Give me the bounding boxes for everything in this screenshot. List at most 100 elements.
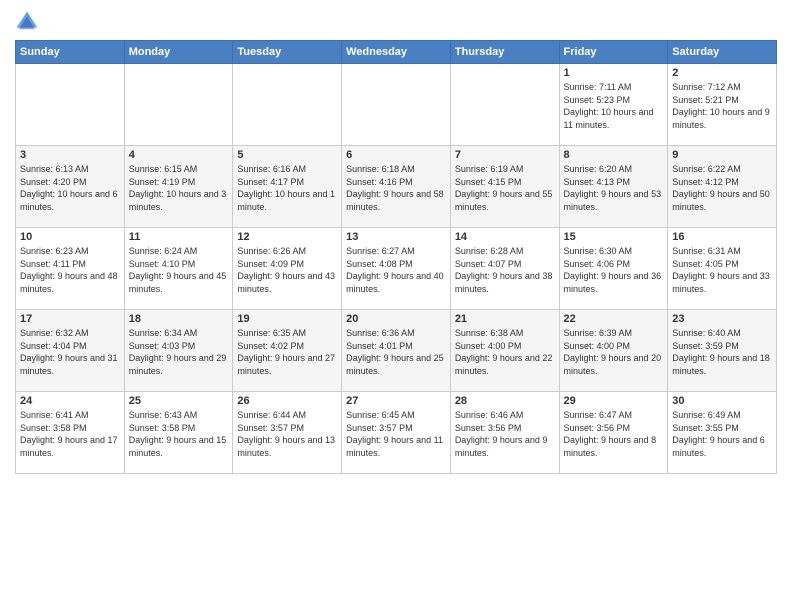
- calendar-cell: 21 Sunrise: 6:38 AM Sunset: 4:00 PM Dayli…: [450, 310, 559, 392]
- day-number: 8: [564, 149, 664, 161]
- day-number: 13: [346, 231, 446, 243]
- cell-info: Sunrise: 6:31 AM Sunset: 4:05 PM Dayligh…: [672, 245, 772, 295]
- calendar-cell: [233, 64, 342, 146]
- calendar-cell: 24 Sunrise: 6:41 AM Sunset: 3:58 PM Dayli…: [16, 392, 125, 474]
- weekday-header-friday: Friday: [559, 41, 668, 64]
- cell-info: Sunrise: 6:45 AM Sunset: 3:57 PM Dayligh…: [346, 409, 446, 459]
- cell-info: Sunrise: 6:30 AM Sunset: 4:06 PM Dayligh…: [564, 245, 664, 295]
- logo-icon: [15, 10, 39, 34]
- cell-info: Sunrise: 6:49 AM Sunset: 3:55 PM Dayligh…: [672, 409, 772, 459]
- cell-info: Sunrise: 6:43 AM Sunset: 3:58 PM Dayligh…: [129, 409, 229, 459]
- day-number: 18: [129, 313, 229, 325]
- day-number: 12: [237, 231, 337, 243]
- day-number: 23: [672, 313, 772, 325]
- header: [15, 10, 777, 34]
- calendar-cell: 28Sunrise: 6:46 AM Sunset: 3:56 PM Dayli…: [450, 392, 559, 474]
- cell-info: Sunrise: 6:40 AM Sunset: 3:59 PM Dayligh…: [672, 327, 772, 377]
- cell-info: Sunrise: 6:16 AM Sunset: 4:17 PM Dayligh…: [237, 163, 337, 213]
- cell-info: Sunrise: 6:38 AM Sunset: 4:00 PM Dayligh…: [455, 327, 555, 377]
- calendar-cell: 11Sunrise: 6:24 AM Sunset: 4:10 PM Dayli…: [124, 228, 233, 310]
- calendar-cell: 17 Sunrise: 6:32 AM Sunset: 4:04 PM Dayli…: [16, 310, 125, 392]
- calendar-cell: 16 Sunrise: 6:31 AM Sunset: 4:05 PM Dayli…: [668, 228, 777, 310]
- calendar-cell: 19 Sunrise: 6:35 AM Sunset: 4:02 PM Dayli…: [233, 310, 342, 392]
- cell-info: Sunrise: 6:36 AM Sunset: 4:01 PM Dayligh…: [346, 327, 446, 377]
- cell-info: Sunrise: 6:47 AM Sunset: 3:56 PM Dayligh…: [564, 409, 664, 459]
- cell-info: Sunrise: 6:15 AM Sunset: 4:19 PM Dayligh…: [129, 163, 229, 213]
- calendar-cell: [124, 64, 233, 146]
- calendar-cell: 22Sunrise: 6:39 AM Sunset: 4:00 PM Dayli…: [559, 310, 668, 392]
- cell-info: Sunrise: 6:20 AM Sunset: 4:13 PM Dayligh…: [564, 163, 664, 213]
- weekday-header-saturday: Saturday: [668, 41, 777, 64]
- day-number: 30: [672, 395, 772, 407]
- day-number: 20: [346, 313, 446, 325]
- day-number: 7: [455, 149, 555, 161]
- week-row-3: 10 Sunrise: 6:23 AM Sunset: 4:11 PM Dayli…: [16, 228, 777, 310]
- day-number: 17: [20, 313, 120, 325]
- cell-info: Sunrise: 6:24 AM Sunset: 4:10 PM Dayligh…: [129, 245, 229, 295]
- day-number: 26: [237, 395, 337, 407]
- cell-info: Sunrise: 6:32 AM Sunset: 4:04 PM Dayligh…: [20, 327, 120, 377]
- day-number: 19: [237, 313, 337, 325]
- cell-info: Sunrise: 6:19 AM Sunset: 4:15 PM Dayligh…: [455, 163, 555, 213]
- day-number: 21: [455, 313, 555, 325]
- week-row-4: 17 Sunrise: 6:32 AM Sunset: 4:04 PM Dayli…: [16, 310, 777, 392]
- calendar-cell: 9 Sunrise: 6:22 AM Sunset: 4:12 PM Daylig…: [668, 146, 777, 228]
- calendar-cell: 2 Sunrise: 7:12 AM Sunset: 5:21 PM Daylig…: [668, 64, 777, 146]
- calendar-cell: 12 Sunrise: 6:26 AM Sunset: 4:09 PM Dayli…: [233, 228, 342, 310]
- calendar-cell: 27 Sunrise: 6:45 AM Sunset: 3:57 PM Dayli…: [342, 392, 451, 474]
- week-row-1: 1 Sunrise: 7:11 AM Sunset: 5:23 PM Daylig…: [16, 64, 777, 146]
- calendar-cell: 1 Sunrise: 7:11 AM Sunset: 5:23 PM Daylig…: [559, 64, 668, 146]
- cell-info: Sunrise: 6:35 AM Sunset: 4:02 PM Dayligh…: [237, 327, 337, 377]
- day-number: 15: [564, 231, 664, 243]
- day-number: 4: [129, 149, 229, 161]
- day-number: 29: [564, 395, 664, 407]
- calendar-cell: 18 Sunrise: 6:34 AM Sunset: 4:03 PM Dayli…: [124, 310, 233, 392]
- cell-info: Sunrise: 6:18 AM Sunset: 4:16 PM Dayligh…: [346, 163, 446, 213]
- day-number: 14: [455, 231, 555, 243]
- day-number: 16: [672, 231, 772, 243]
- week-row-2: 3 Sunrise: 6:13 AM Sunset: 4:20 PM Daylig…: [16, 146, 777, 228]
- day-number: 24: [20, 395, 120, 407]
- weekday-header-row: SundayMondayTuesdayWednesdayThursdayFrid…: [16, 41, 777, 64]
- page-container: SundayMondayTuesdayWednesdayThursdayFrid…: [0, 0, 792, 484]
- calendar-cell: 23 Sunrise: 6:40 AM Sunset: 3:59 PM Dayli…: [668, 310, 777, 392]
- calendar-cell: 14Sunrise: 6:28 AM Sunset: 4:07 PM Dayli…: [450, 228, 559, 310]
- weekday-header-tuesday: Tuesday: [233, 41, 342, 64]
- calendar-cell: 8 Sunrise: 6:20 AM Sunset: 4:13 PM Daylig…: [559, 146, 668, 228]
- cell-info: Sunrise: 6:46 AM Sunset: 3:56 PM Dayligh…: [455, 409, 555, 459]
- day-number: 9: [672, 149, 772, 161]
- cell-info: Sunrise: 6:13 AM Sunset: 4:20 PM Dayligh…: [20, 163, 120, 213]
- cell-info: Sunrise: 6:26 AM Sunset: 4:09 PM Dayligh…: [237, 245, 337, 295]
- calendar-cell: 7 Sunrise: 6:19 AM Sunset: 4:15 PM Daylig…: [450, 146, 559, 228]
- cell-info: Sunrise: 6:34 AM Sunset: 4:03 PM Dayligh…: [129, 327, 229, 377]
- calendar-cell: 3 Sunrise: 6:13 AM Sunset: 4:20 PM Daylig…: [16, 146, 125, 228]
- day-number: 2: [672, 67, 772, 79]
- cell-info: Sunrise: 6:23 AM Sunset: 4:11 PM Dayligh…: [20, 245, 120, 295]
- weekday-header-sunday: Sunday: [16, 41, 125, 64]
- cell-info: Sunrise: 6:44 AM Sunset: 3:57 PM Dayligh…: [237, 409, 337, 459]
- cell-info: Sunrise: 6:41 AM Sunset: 3:58 PM Dayligh…: [20, 409, 120, 459]
- calendar-table: SundayMondayTuesdayWednesdayThursdayFrid…: [15, 40, 777, 474]
- day-number: 1: [564, 67, 664, 79]
- logo: [15, 10, 43, 34]
- cell-info: Sunrise: 6:39 AM Sunset: 4:00 PM Dayligh…: [564, 327, 664, 377]
- day-number: 25: [129, 395, 229, 407]
- calendar-cell: 15 Sunrise: 6:30 AM Sunset: 4:06 PM Dayli…: [559, 228, 668, 310]
- cell-info: Sunrise: 7:11 AM Sunset: 5:23 PM Dayligh…: [564, 81, 664, 131]
- calendar-cell: 30 Sunrise: 6:49 AM Sunset: 3:55 PM Dayli…: [668, 392, 777, 474]
- calendar-cell: [342, 64, 451, 146]
- calendar-cell: 4 Sunrise: 6:15 AM Sunset: 4:19 PM Daylig…: [124, 146, 233, 228]
- day-number: 10: [20, 231, 120, 243]
- calendar-cell: [450, 64, 559, 146]
- calendar-cell: [16, 64, 125, 146]
- day-number: 5: [237, 149, 337, 161]
- day-number: 3: [20, 149, 120, 161]
- day-number: 27: [346, 395, 446, 407]
- weekday-header-wednesday: Wednesday: [342, 41, 451, 64]
- cell-info: Sunrise: 6:22 AM Sunset: 4:12 PM Dayligh…: [672, 163, 772, 213]
- weekday-header-thursday: Thursday: [450, 41, 559, 64]
- day-number: 6: [346, 149, 446, 161]
- cell-info: Sunrise: 7:12 AM Sunset: 5:21 PM Dayligh…: [672, 81, 772, 131]
- calendar-cell: 6 Sunrise: 6:18 AM Sunset: 4:16 PM Daylig…: [342, 146, 451, 228]
- weekday-header-monday: Monday: [124, 41, 233, 64]
